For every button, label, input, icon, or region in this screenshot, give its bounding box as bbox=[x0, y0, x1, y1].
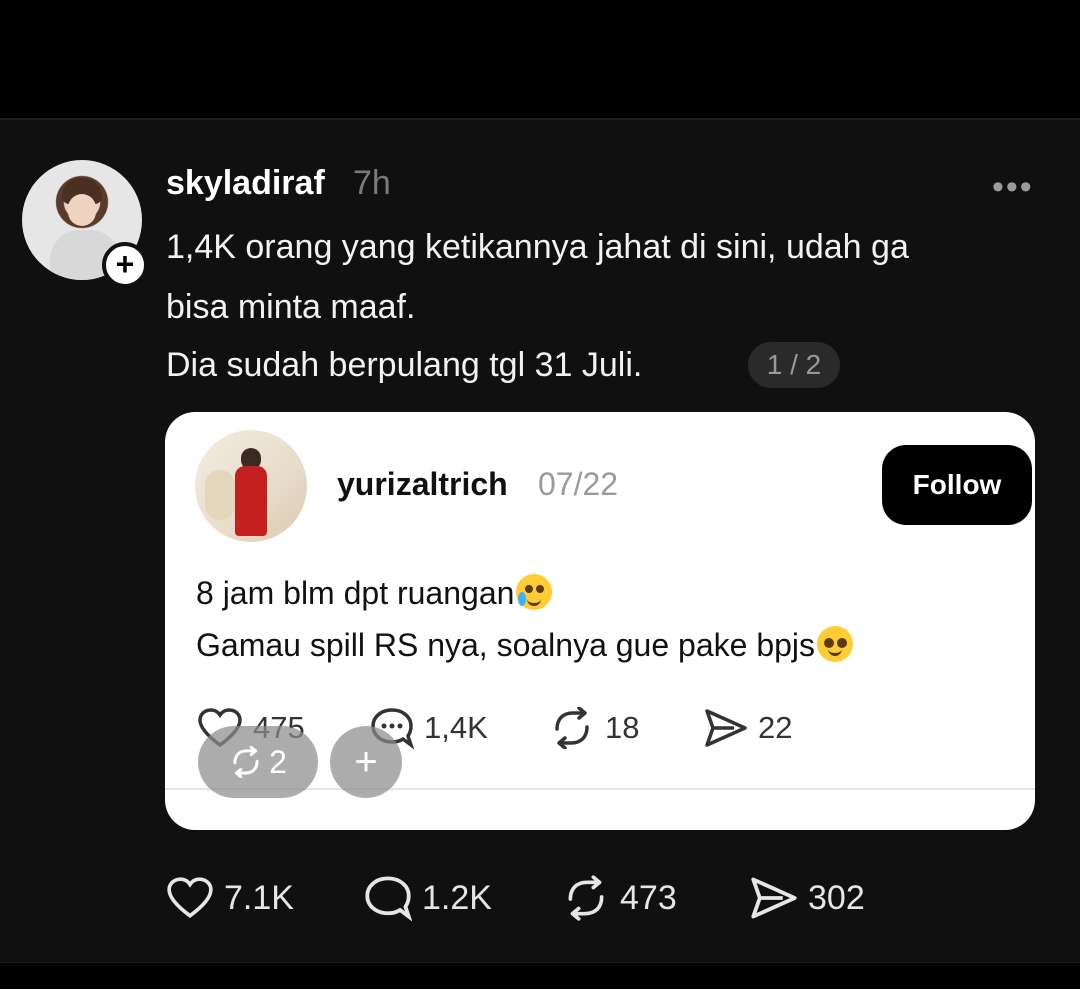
quoted-date: 07/22 bbox=[538, 466, 619, 502]
post-time: 7h bbox=[353, 164, 391, 202]
follow-plus-button[interactable]: + bbox=[102, 242, 148, 288]
post-text-line-2: bisa minta maaf. bbox=[166, 288, 416, 326]
quoted-share-stat[interactable]: 22 bbox=[704, 708, 792, 748]
heart-icon bbox=[167, 877, 213, 919]
bottom-band bbox=[0, 962, 1080, 989]
repost-arrows-icon bbox=[555, 707, 589, 749]
send-icon bbox=[705, 709, 747, 747]
quoted-comment-count: 1,4K bbox=[424, 710, 488, 745]
share-stat[interactable]: 302 bbox=[750, 874, 865, 922]
like-count: 7.1K bbox=[224, 878, 294, 917]
quoted-author-avatar[interactable] bbox=[195, 430, 307, 542]
avatar-figure-face bbox=[68, 194, 96, 226]
quoted-repost-count: 18 bbox=[605, 710, 640, 745]
post-text-line-3: Dia sudah berpulang tgl 31 Juli. bbox=[166, 346, 643, 384]
quoted-text-line-2-content: Gamau spill RS nya, soalnya gue pake bpj… bbox=[196, 627, 816, 663]
floating-plus-button[interactable]: + bbox=[330, 726, 402, 798]
quoted-share-count: 22 bbox=[758, 710, 793, 745]
face-holding-back-tears-icon bbox=[516, 574, 553, 610]
comment-stat[interactable]: 1.2K bbox=[364, 874, 492, 922]
repost-arrows-icon bbox=[233, 746, 259, 778]
quoted-username[interactable]: yurizaltrich bbox=[337, 466, 508, 503]
floating-repost-button[interactable]: 2 bbox=[198, 726, 318, 798]
follow-button[interactable]: Follow bbox=[882, 445, 1032, 525]
repost-stat[interactable]: 473 bbox=[562, 874, 677, 922]
avatar-figure-suit bbox=[235, 466, 267, 536]
floating-repost-count: 2 bbox=[269, 743, 287, 780]
comment-count: 1.2K bbox=[422, 878, 492, 917]
repost-arrows-icon bbox=[568, 875, 604, 921]
avatar-background-decor bbox=[205, 470, 235, 520]
quoted-repost-stat[interactable]: 18 bbox=[549, 707, 640, 749]
pleading-face-icon bbox=[817, 626, 854, 662]
post-text-line-1: 1,4K orang yang ketikannya jahat di sini… bbox=[166, 228, 909, 266]
like-stat[interactable]: 7.1K bbox=[166, 874, 294, 922]
comment-bubble-icon bbox=[365, 876, 412, 921]
repost-count: 473 bbox=[620, 878, 677, 917]
share-count: 302 bbox=[808, 878, 865, 917]
quoted-text-line-1-content: 8 jam blm dpt ruangan bbox=[196, 575, 515, 611]
quoted-text-line-1: 8 jam blm dpt ruangan bbox=[196, 574, 553, 612]
author-username[interactable]: skyladiraf bbox=[166, 164, 325, 203]
more-dots-icon[interactable]: ••• bbox=[992, 168, 1034, 207]
top-bar bbox=[0, 0, 1080, 118]
page-indicator: 1 / 2 bbox=[748, 342, 840, 388]
quoted-text-line-2: Gamau spill RS nya, soalnya gue pake bpj… bbox=[196, 626, 854, 664]
send-icon bbox=[751, 877, 797, 919]
